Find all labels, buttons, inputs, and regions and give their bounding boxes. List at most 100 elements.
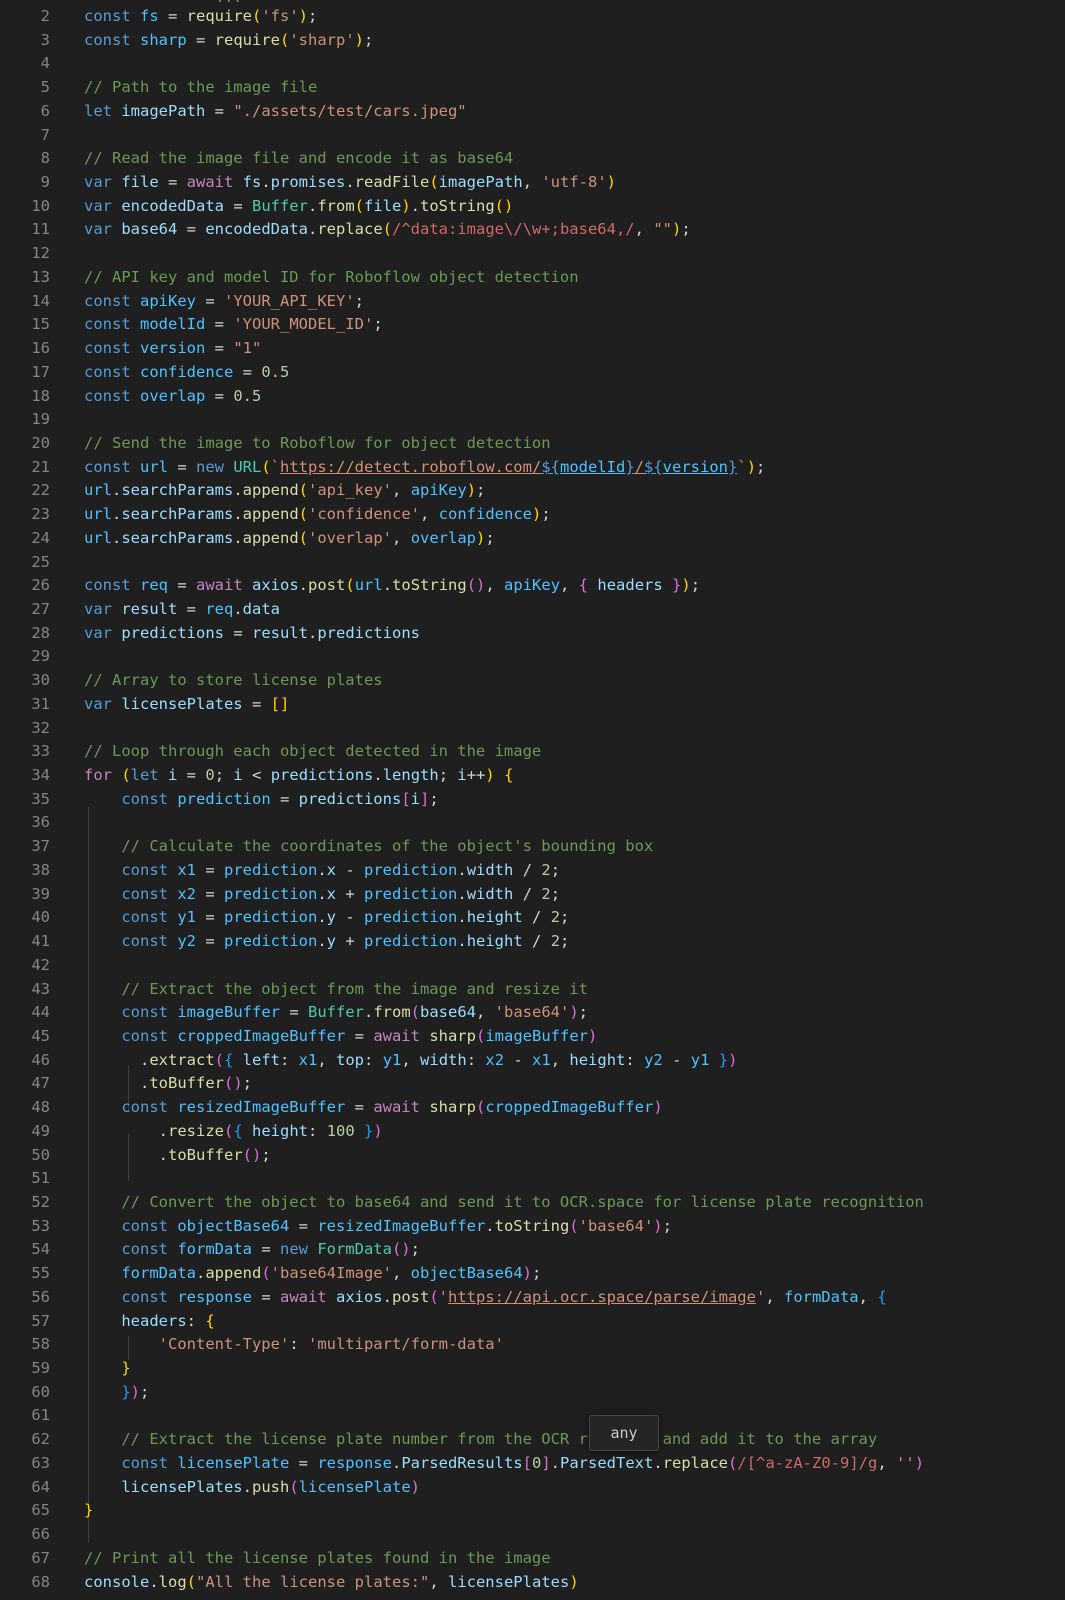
- code-token: :: [625, 1050, 645, 1069]
- code-line[interactable]: 25: [0, 551, 1065, 575]
- code-line[interactable]: 17 const confidence = 0.5: [0, 361, 1065, 385]
- code-line[interactable]: 13 // API key and model ID for Roboflow o…: [0, 266, 1065, 290]
- code-line[interactable]: 41 const y2 = prediction.y + prediction.…: [0, 930, 1065, 954]
- code-token: 2: [541, 884, 551, 903]
- code-line[interactable]: 65}: [0, 1499, 1065, 1523]
- code-line[interactable]: 11 var base64 = encodedData.replace(/^dat…: [0, 218, 1065, 242]
- code-line[interactable]: 35 const prediction = predictions[i];: [0, 788, 1065, 812]
- code-line[interactable]: 22 url.searchParams.append('api_key', api…: [0, 479, 1065, 503]
- code-line[interactable]: 15 const modelId = 'YOUR_MODEL_ID';: [0, 313, 1065, 337]
- code-token: +: [336, 932, 365, 951]
- code-line[interactable]: 5 // Path to the image file: [0, 76, 1065, 100]
- code-line[interactable]: 44 const imageBuffer = Buffer.from(base6…: [0, 1001, 1065, 1025]
- code-token: ): [606, 173, 617, 192]
- code-text: const objectBase64 = resizedImageBuffer.…: [84, 1215, 672, 1239]
- code-token: req: [205, 600, 234, 618]
- code-line[interactable]: 31 var licensePlates = []: [0, 693, 1065, 717]
- code-line[interactable]: 36: [0, 811, 1065, 835]
- code-token: =: [270, 789, 299, 808]
- code-line[interactable]: 62 // Extract the license plate number f…: [0, 1428, 1065, 1452]
- code-line[interactable]: 57 headers: {: [0, 1310, 1065, 1334]
- code-line[interactable]: 52 // Convert the object to base64 and s…: [0, 1191, 1065, 1215]
- line-number: 27: [31, 600, 50, 618]
- code-line[interactable]: 14 const apiKey = 'YOUR_API_KEY';: [0, 290, 1065, 314]
- code-line[interactable]: 40 const y1 = prediction.y - prediction.…: [0, 906, 1065, 930]
- line-number: 13: [31, 267, 50, 286]
- code-line[interactable]: 49 .resize({ height: 100 }): [0, 1120, 1065, 1144]
- code-line[interactable]: 34 for (let i = 0; i < predictions.length…: [0, 764, 1065, 788]
- code-editor[interactable]: ... 2const fs = require('fs');3const sha…: [0, 0, 1065, 1600]
- code-line[interactable]: 63 const licensePlate = response.ParsedR…: [0, 1452, 1065, 1476]
- code-line[interactable]: 60 });: [0, 1381, 1065, 1405]
- code-token: +: [336, 884, 365, 903]
- code-text: let imagePath = "./assets/test/cars.jpeg…: [84, 100, 467, 124]
- code-token: // Extract the object from the image and…: [121, 979, 588, 998]
- code-line[interactable]: 3 const sharp = require('sharp');: [0, 29, 1065, 53]
- code-line[interactable]: 53 const objectBase64 = resizedImageBuff…: [0, 1215, 1065, 1239]
- code-line[interactable]: 47 .toBuffer();: [0, 1072, 1065, 1096]
- code-line[interactable]: 39 const x2 = prediction.x + prediction.…: [0, 883, 1065, 907]
- code-token: .: [84, 1121, 168, 1140]
- code-token: ,: [429, 1572, 448, 1591]
- code-line[interactable]: 42: [0, 954, 1065, 978]
- code-line[interactable]: 33 // Loop through each object detected i…: [0, 740, 1065, 764]
- code-line[interactable]: 2 const fs = require('fs');: [0, 5, 1065, 29]
- line-number: 66: [31, 1525, 50, 1544]
- code-token: file: [364, 196, 402, 215]
- code-line[interactable]: 38 const x1 = prediction.x - prediction.…: [0, 859, 1065, 883]
- code-line[interactable]: 55 formData.append('base64Image', object…: [0, 1262, 1065, 1286]
- code-token: resizedImageBuffer: [317, 1216, 486, 1235]
- code-token: :: [466, 1050, 486, 1069]
- code-line[interactable]: 37 // Calculate the coordinates of the o…: [0, 835, 1065, 859]
- code-line[interactable]: 68 console.log("All the license plates:",…: [0, 1571, 1065, 1595]
- code-line[interactable]: 7: [0, 124, 1065, 148]
- code-line[interactable]: 6 let imagePath = "./assets/test/cars.jpe…: [0, 100, 1065, 124]
- code-token: :: [308, 1121, 327, 1140]
- code-line[interactable]: 51: [0, 1167, 1065, 1191]
- code-line[interactable]: 16 const version = "1": [0, 337, 1065, 361]
- code-line[interactable]: 43 // Extract the object from the image …: [0, 978, 1065, 1002]
- code-line[interactable]: 46 .extract({ left: x1, top: y1, width: …: [0, 1049, 1065, 1073]
- code-line[interactable]: 9 var file = await fs.promises.readFile(i…: [0, 171, 1065, 195]
- code-line[interactable]: 18 const overlap = 0.5: [0, 385, 1065, 409]
- code-line[interactable]: 20 // Send the image to Roboflow for obje…: [0, 432, 1065, 456]
- code-token: width: [466, 884, 514, 903]
- code-token: .: [233, 528, 243, 547]
- code-token: =: [196, 291, 224, 310]
- code-token: toString: [494, 1216, 570, 1235]
- code-line[interactable]: 32: [0, 717, 1065, 741]
- code-line[interactable]: 10 var encodedData = Buffer.from(file).to…: [0, 195, 1065, 219]
- code-line[interactable]: 66: [0, 1523, 1065, 1547]
- code-line[interactable]: 30 // Array to store license plates: [0, 669, 1065, 693]
- code-line[interactable]: 29: [0, 645, 1065, 669]
- code-token: const: [84, 315, 140, 334]
- code-line[interactable]: 64 licensePlates.push(licensePlate): [0, 1476, 1065, 1500]
- code-line[interactable]: 27 var result = req.data: [0, 598, 1065, 622]
- line-number: 60: [31, 1382, 50, 1401]
- code-line[interactable]: 45 const croppedImageBuffer = await shar…: [0, 1025, 1065, 1049]
- code-line[interactable]: 12: [0, 242, 1065, 266]
- code-line[interactable]: 24 url.searchParams.append('overlap', ove…: [0, 527, 1065, 551]
- code-token: imageBuffer: [485, 1026, 588, 1045]
- code-line[interactable]: 8 // Read the image file and encode it as…: [0, 147, 1065, 171]
- code-line[interactable]: 4: [0, 52, 1065, 76]
- code-token: (: [224, 1121, 234, 1140]
- code-line[interactable]: 56 const response = await axios.post('ht…: [0, 1286, 1065, 1310]
- code-line[interactable]: 59 }: [0, 1357, 1065, 1381]
- code-line[interactable]: 58 'Content-Type': 'multipart/form-data': [0, 1333, 1065, 1357]
- code-token: -: [336, 908, 365, 927]
- code-line[interactable]: 48 const resizedImageBuffer = await shar…: [0, 1096, 1065, 1120]
- code-line[interactable]: 67 // Print all the license plates found …: [0, 1547, 1065, 1571]
- code-line[interactable]: 54 const formData = new FormData();: [0, 1238, 1065, 1262]
- code-text: }: [84, 1357, 130, 1381]
- code-line[interactable]: 23 url.searchParams.append('confidence', …: [0, 503, 1065, 527]
- code-line[interactable]: 21 const url = new URL(`https://detect.ro…: [0, 456, 1065, 480]
- code-line[interactable]: 50 .toBuffer();: [0, 1144, 1065, 1168]
- code-token: resizedImageBuffer: [177, 1098, 346, 1117]
- code-line[interactable]: 28 var predictions = result.predictions: [0, 622, 1065, 646]
- code-line[interactable]: 26 const req = await axios.post(url.toStr…: [0, 574, 1065, 598]
- code-line[interactable]: 61: [0, 1404, 1065, 1428]
- code-line[interactable]: 19: [0, 408, 1065, 432]
- code-token: ,: [485, 576, 505, 595]
- code-token: ;: [756, 457, 766, 476]
